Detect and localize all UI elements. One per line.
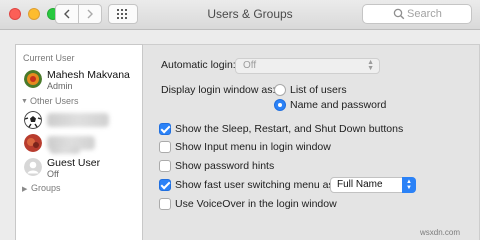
current-user-name: Mahesh Makvana <box>47 69 130 81</box>
current-user-section-label: Current User <box>23 53 75 63</box>
checkbox-fast-user-switching[interactable] <box>159 179 171 191</box>
up-down-chevron-icon: ▲ ▼ <box>402 177 416 193</box>
automatic-login-popup: Off ▲ ▼ <box>235 58 380 74</box>
automatic-login-value: Off <box>243 60 257 71</box>
groups-disclosure-icon[interactable]: ▶ <box>22 185 27 193</box>
grid-icon <box>117 9 127 19</box>
up-down-chevron-icon: ▲ ▼ <box>367 59 374 72</box>
guest-user-status: Off <box>47 169 59 179</box>
radio-list-of-users[interactable] <box>274 84 286 96</box>
window-title: Users & Groups <box>207 7 293 21</box>
red-photo-avatar-icon <box>24 134 42 152</box>
fast-user-switching-value: Full Name <box>337 179 383 190</box>
chevron-left-icon <box>64 9 70 19</box>
checkbox-fast-user-switching-label: Show fast user switching menu as <box>175 179 334 191</box>
current-user-role: Admin <box>47 81 73 91</box>
search-icon <box>393 8 405 20</box>
other-users-section-label: Other Users <box>30 96 79 106</box>
search-placeholder: Search <box>407 8 442 20</box>
automatic-login-label: Automatic login: <box>161 59 236 71</box>
user-row-guest[interactable]: Guest User Off <box>16 155 142 183</box>
soccer-ball-avatar-icon <box>24 111 42 129</box>
minimize-window-button[interactable] <box>28 8 40 20</box>
checkbox-use-voiceover[interactable] <box>159 198 171 210</box>
forward-button[interactable] <box>78 4 102 24</box>
other-users-disclosure-icon[interactable]: ▼ <box>21 98 28 105</box>
users-sidebar: Current User Mahesh Makvana Admin ▼ Othe… <box>15 44 143 240</box>
guest-user-name: Guest User <box>47 157 101 169</box>
user-row-current[interactable]: Mahesh Makvana Admin <box>16 67 142 95</box>
fast-user-switching-popup[interactable]: Full Name ▲ ▼ <box>330 177 416 193</box>
checkbox-show-input-menu-label: Show Input menu in login window <box>175 141 331 153</box>
checkbox-show-sleep-restart-shutdown[interactable] <box>159 123 171 135</box>
show-all-button[interactable] <box>108 4 138 24</box>
back-button[interactable] <box>55 4 79 24</box>
flower-avatar-icon <box>24 70 42 88</box>
radio-list-of-users-label: List of users <box>290 84 347 96</box>
redacted-user-name <box>47 113 109 127</box>
close-window-button[interactable] <box>9 8 21 20</box>
person-silhouette-icon <box>24 158 42 176</box>
checkbox-show-sleep-restart-shutdown-label: Show the Sleep, Restart, and Shut Down b… <box>175 123 404 135</box>
search-field[interactable]: Search <box>362 4 472 24</box>
watermark: wsxdn.com <box>420 228 461 237</box>
checkbox-show-password-hints[interactable] <box>159 160 171 172</box>
radio-name-and-password-label: Name and password <box>290 99 387 111</box>
checkbox-use-voiceover-label: Use VoiceOver in the login window <box>175 198 337 210</box>
checkbox-show-password-hints-label: Show password hints <box>175 160 275 172</box>
radio-name-and-password[interactable] <box>274 99 286 111</box>
chevron-right-icon <box>87 9 93 19</box>
title-bar: Users & Groups Search <box>0 0 480 30</box>
checkbox-show-input-menu[interactable] <box>159 141 171 153</box>
redacted-user-detail <box>50 147 80 154</box>
groups-section-label: Groups <box>31 183 61 193</box>
display-login-window-label: Display login window as: <box>161 84 276 96</box>
